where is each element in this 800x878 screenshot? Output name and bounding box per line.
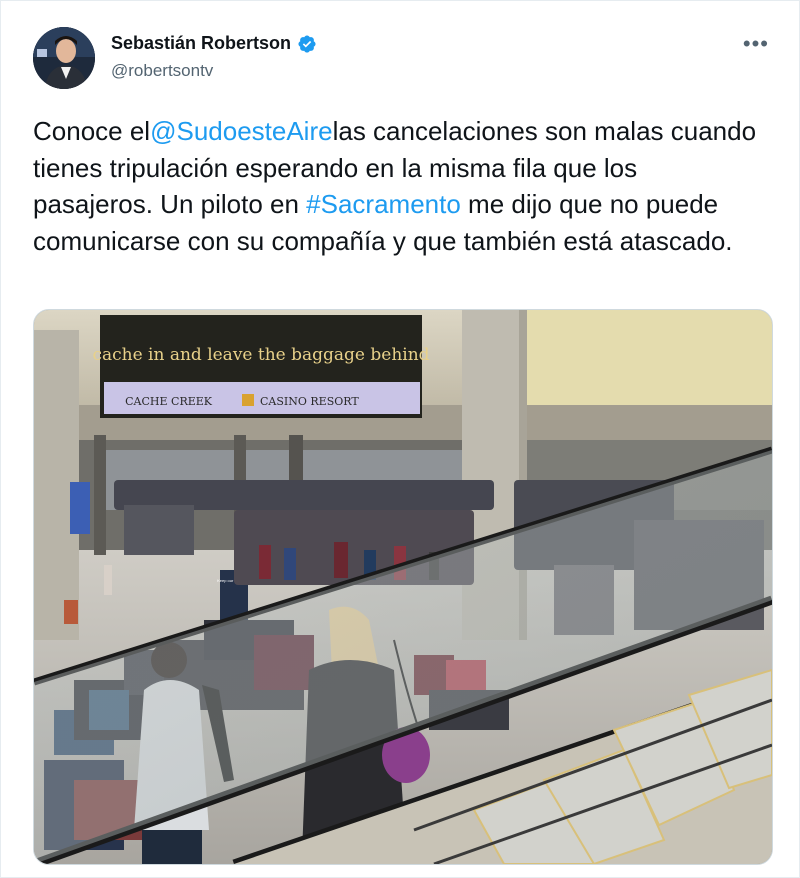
tweet-text-segment: Conoce el xyxy=(33,116,151,146)
hashtag-link[interactable]: #Sacramento xyxy=(306,189,461,219)
author-name[interactable]: Sebastián Robertson xyxy=(111,33,291,54)
casino-logo-icon xyxy=(242,394,254,406)
verified-badge-icon xyxy=(297,34,317,54)
author-handle[interactable]: @robertsontv xyxy=(111,61,213,81)
tweet-text: Conoce el@SudoesteAirelas cancelaciones … xyxy=(33,113,763,259)
tweet-photo[interactable]: cache in and leave the baggage behind CA… xyxy=(33,309,773,865)
mention-link[interactable]: @SudoesteAire xyxy=(150,116,333,146)
sign-brand-right: CASINO RESORT xyxy=(260,395,359,408)
sign-brand-left: CACHE CREEK xyxy=(125,395,213,408)
sign-headline: cache in and leave the baggage behind xyxy=(92,345,429,365)
more-options-icon[interactable]: ••• xyxy=(743,31,769,57)
tweet-card: Sebastián Robertson @robertsontv ••• Con… xyxy=(0,0,800,878)
avatar[interactable] xyxy=(33,27,95,89)
author-name-row[interactable]: Sebastián Robertson xyxy=(111,33,317,54)
